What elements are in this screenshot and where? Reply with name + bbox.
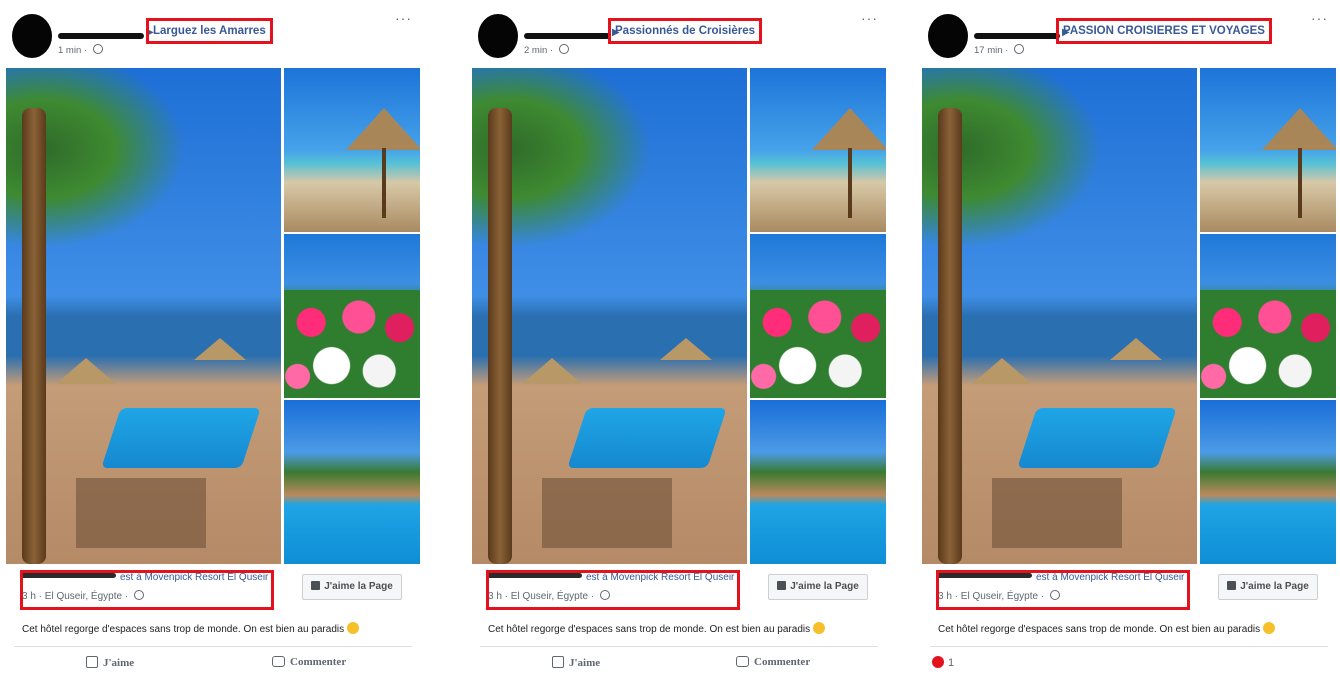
redacted-author-name: [524, 33, 610, 39]
straw-umbrella: [346, 108, 420, 150]
post-timestamp[interactable]: 1 min ·: [58, 44, 103, 56]
photo-grid: [6, 68, 420, 564]
like-page-button[interactable]: J'aime la Page: [1218, 574, 1318, 600]
like-page-button[interactable]: J'aime la Page: [302, 574, 402, 600]
pool: [101, 408, 261, 468]
like-button[interactable]: J'aime: [86, 656, 134, 669]
more-options-icon[interactable]: ···: [395, 10, 412, 26]
post-card-1: ▶ Larguez les Amarres 1 min · ··· est à …: [4, 0, 422, 676]
umbrella: [522, 358, 582, 384]
photo-top-right[interactable]: [1200, 68, 1336, 232]
photo-middle-right[interactable]: [750, 234, 886, 398]
avatar[interactable]: [478, 14, 518, 58]
bougainvillea: [284, 290, 420, 398]
bougainvillea: [750, 290, 886, 398]
photo-main[interactable]: [472, 68, 747, 564]
post-card-2: ▶ Passionnés de Croisières 2 min · ··· e…: [470, 0, 888, 676]
comment-button[interactable]: Commenter: [272, 656, 346, 668]
emoji-icon: [1263, 622, 1276, 634]
like-page-button[interactable]: J'aime la Page: [768, 574, 868, 600]
redacted-author-name: [58, 33, 144, 39]
post-caption: Cet hôtel regorge d'espaces sans trop de…: [22, 622, 360, 635]
like-icon: [552, 656, 564, 668]
highlight-box: [20, 570, 274, 610]
highlight-box: [936, 570, 1190, 610]
photo-bottom-right[interactable]: [284, 400, 420, 564]
thumb-icon: [311, 581, 321, 590]
umbrella: [56, 358, 116, 384]
straw-umbrella: [812, 108, 886, 150]
group-name-link[interactable]: Larguez les Amarres: [146, 18, 273, 44]
umbrella-pole: [382, 148, 386, 218]
globe-icon: [1013, 44, 1024, 54]
bougainvillea: [1200, 290, 1336, 398]
pool: [1017, 408, 1177, 468]
avatar[interactable]: [12, 14, 52, 58]
comment-icon: [272, 656, 285, 667]
emoji-icon: [813, 622, 826, 634]
reaction-count[interactable]: 1: [932, 656, 954, 669]
post-caption: Cet hôtel regorge d'espaces sans trop de…: [938, 622, 1276, 635]
highlight-box: [486, 570, 740, 610]
group-name-link[interactable]: Passionnés de Croisières: [608, 18, 762, 44]
post-caption: Cet hôtel regorge d'espaces sans trop de…: [488, 622, 826, 635]
like-button[interactable]: J'aime: [552, 656, 600, 669]
post-header: ▶ Larguez les Amarres 1 min ·: [12, 12, 422, 60]
heart-icon: [932, 656, 944, 668]
post-card-3: ▶ PASSION CROISIERES ET VOYAGES 17 min ·…: [920, 0, 1338, 676]
post-header: ▶ PASSION CROISIERES ET VOYAGES 17 min ·: [928, 12, 1338, 60]
comment-button[interactable]: Commenter: [736, 656, 810, 668]
deck: [992, 478, 1122, 548]
comment-icon: [736, 656, 749, 667]
umbrella: [660, 338, 712, 360]
divider: [480, 646, 878, 647]
more-options-icon[interactable]: ···: [861, 10, 878, 26]
photo-middle-right[interactable]: [284, 234, 420, 398]
post-timestamp[interactable]: 17 min ·: [974, 44, 1024, 56]
post-timestamp[interactable]: 2 min ·: [524, 44, 569, 56]
divider: [930, 646, 1328, 647]
photo-top-right[interactable]: [750, 68, 886, 232]
redacted-author-name: [974, 33, 1060, 39]
umbrella-pole: [848, 148, 852, 218]
more-options-icon[interactable]: ···: [1311, 10, 1328, 26]
photo-top-right[interactable]: [284, 68, 420, 232]
photo-main[interactable]: [6, 68, 281, 564]
photo-bottom-right[interactable]: [1200, 400, 1336, 564]
globe-icon: [92, 44, 103, 54]
divider: [14, 646, 412, 647]
like-icon: [86, 656, 98, 668]
umbrella: [1110, 338, 1162, 360]
photo-grid: [472, 68, 886, 564]
palm-trunk: [938, 108, 962, 564]
straw-umbrella: [1262, 108, 1336, 150]
post-header: ▶ Passionnés de Croisières 2 min ·: [478, 12, 888, 60]
thumb-icon: [777, 581, 787, 590]
thumb-icon: [1227, 581, 1237, 590]
deck: [76, 478, 206, 548]
umbrella: [972, 358, 1032, 384]
globe-icon: [558, 44, 569, 54]
umbrella: [194, 338, 246, 360]
photo-middle-right[interactable]: [1200, 234, 1336, 398]
pool: [567, 408, 727, 468]
photo-main[interactable]: [922, 68, 1197, 564]
avatar[interactable]: [928, 14, 968, 58]
emoji-icon: [347, 622, 360, 634]
umbrella-pole: [1298, 148, 1302, 218]
photo-bottom-right[interactable]: [750, 400, 886, 564]
deck: [542, 478, 672, 548]
palm-trunk: [488, 108, 512, 564]
palm-trunk: [22, 108, 46, 564]
photo-grid: [922, 68, 1336, 564]
group-name-link[interactable]: PASSION CROISIERES ET VOYAGES: [1056, 18, 1272, 44]
